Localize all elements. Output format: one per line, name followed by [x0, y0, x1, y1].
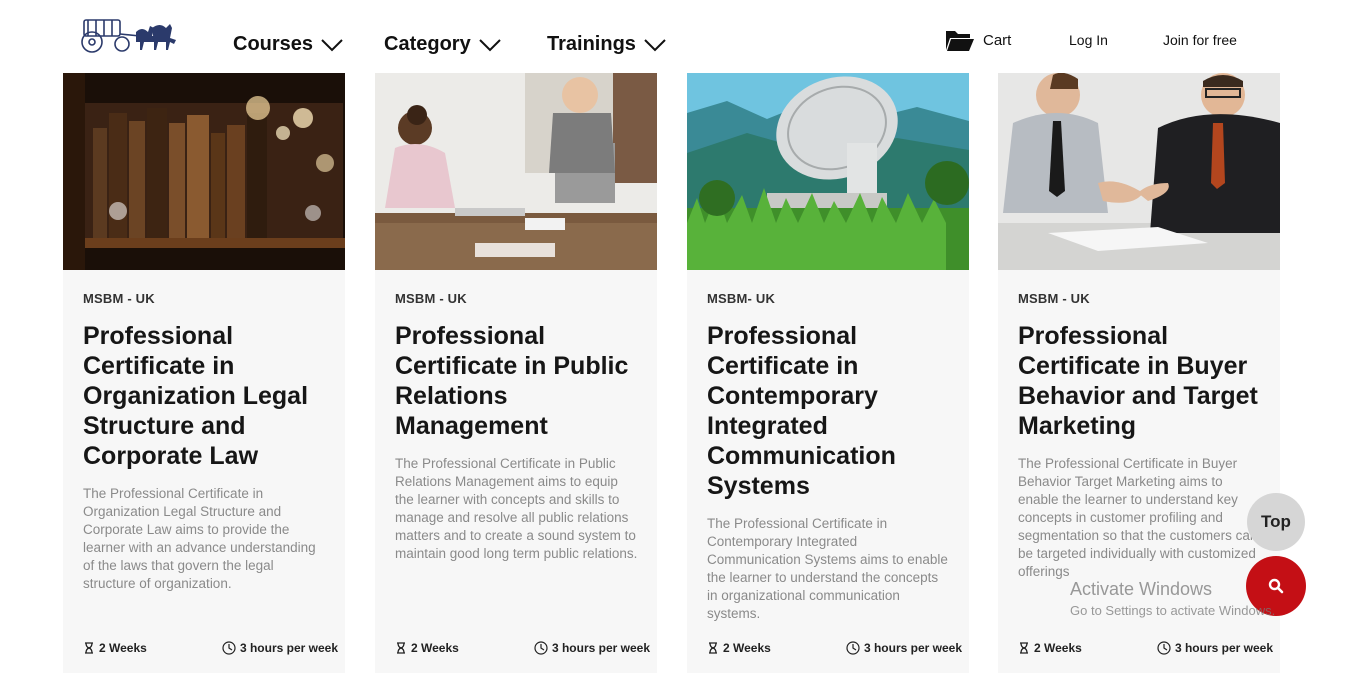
provider-label: MSBM - UK — [83, 291, 155, 306]
hourglass-icon — [85, 642, 93, 654]
duration: 2 Weeks — [83, 641, 147, 655]
course-card[interactable]: MSBM- UK Professional Certificate in Con… — [687, 73, 969, 673]
duration-label: 2 Weeks — [723, 641, 771, 655]
login-link[interactable]: Log In — [1069, 32, 1108, 48]
back-to-top-button[interactable]: Top — [1247, 493, 1305, 551]
folder-open-icon — [946, 31, 974, 51]
chevron-down-icon — [478, 38, 501, 51]
course-meta: 2 Weeks 3 hours per week — [707, 641, 962, 655]
site-header: Courses Category Trainings Cart Log In J… — [0, 0, 1345, 73]
chevron-down-icon — [321, 38, 343, 51]
hours: 3 hours per week — [1157, 641, 1273, 655]
course-card[interactable]: MSBM - UK Professional Certificate in Pu… — [375, 73, 657, 673]
duration: 2 Weeks — [707, 641, 771, 655]
duration: 2 Weeks — [1018, 641, 1082, 655]
clock-icon — [1157, 641, 1171, 655]
hourglass-icon — [397, 642, 405, 654]
course-card[interactable]: MSBM - UK Professional Certificate in Or… — [63, 73, 345, 673]
course-title[interactable]: Professional Certificate in Contemporary… — [707, 321, 957, 501]
course-cards: MSBM - UK Professional Certificate in Or… — [0, 0, 1345, 673]
course-description: The Professional Certificate in Buyer Be… — [1018, 456, 1258, 579]
course-title[interactable]: Professional Certificate in Public Relat… — [395, 321, 645, 441]
clock-icon — [534, 641, 548, 655]
hourglass-icon — [1020, 642, 1028, 654]
course-title[interactable]: Professional Certificate in Buyer Behavi… — [1018, 321, 1268, 441]
duration: 2 Weeks — [395, 641, 459, 655]
nav-courses-label: Courses — [233, 33, 314, 55]
business-handshake-image — [998, 73, 1280, 270]
chevron-down-icon — [644, 38, 666, 51]
duration-label: 2 Weeks — [1034, 641, 1082, 655]
library-books-image — [63, 73, 345, 270]
cart-link[interactable]: Cart — [945, 28, 1011, 52]
hours: 3 hours per week — [846, 641, 962, 655]
course-description: The Professional Certificate in Public R… — [395, 456, 638, 561]
provider-label: MSBM - UK — [1018, 291, 1090, 306]
hours: 3 hours per week — [534, 641, 650, 655]
cart-label: Cart — [983, 31, 1012, 49]
search-button[interactable] — [1246, 556, 1306, 616]
provider-label: MSBM- UK — [707, 291, 776, 306]
office-meeting-image — [375, 73, 657, 270]
hours-label: 3 hours per week — [551, 641, 650, 655]
join-link[interactable]: Join for free — [1163, 32, 1237, 48]
provider-label: MSBM - UK — [395, 291, 467, 306]
hours-label: 3 hours per week — [863, 641, 962, 655]
course-description: The Professional Certificate in Organiza… — [83, 486, 316, 591]
course-card[interactable]: MSBM - UK Professional Certificate in Bu… — [998, 73, 1280, 673]
search-icon — [1268, 578, 1284, 594]
clock-icon — [846, 641, 860, 655]
course-description: The Professional Certificate in Contempo… — [707, 516, 948, 621]
nav-category-label: Category — [384, 33, 471, 55]
nav-trainings[interactable]: Trainings — [547, 33, 666, 56]
hours: 3 hours per week — [222, 641, 338, 655]
nav-courses[interactable]: Courses — [233, 33, 343, 56]
carriage-logo-icon[interactable] — [78, 14, 180, 56]
duration-label: 2 Weeks — [99, 641, 147, 655]
course-meta: 2 Weeks 3 hours per week — [83, 641, 338, 655]
hours-label: 3 hours per week — [239, 641, 338, 655]
hours-label: 3 hours per week — [1174, 641, 1273, 655]
course-meta: 2 Weeks 3 hours per week — [395, 641, 650, 655]
hourglass-icon — [709, 642, 717, 654]
nav-category[interactable]: Category — [384, 33, 501, 56]
course-title[interactable]: Professional Certificate in Organization… — [83, 321, 333, 471]
clock-icon — [222, 641, 236, 655]
nav-trainings-label: Trainings — [547, 33, 636, 55]
course-meta: 2 Weeks 3 hours per week — [1018, 641, 1273, 655]
duration-label: 2 Weeks — [411, 641, 459, 655]
satellite-dish-image — [687, 73, 969, 270]
